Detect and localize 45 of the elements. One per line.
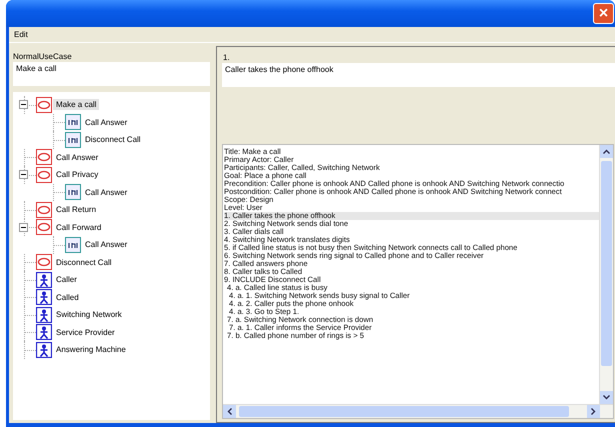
tree-item[interactable]: Call Forward [53, 222, 104, 233]
collapse-toggle[interactable] [19, 170, 28, 179]
scroll-left-icon[interactable] [227, 408, 232, 415]
field-label: NormalUseCase [12, 51, 73, 62]
tree-item[interactable]: Answering Machine [53, 344, 129, 356]
tree-item[interactable]: Caller [53, 274, 80, 286]
tree-item[interactable]: Service Provider [53, 326, 118, 338]
tree-item[interactable]: Call Answer [53, 152, 102, 163]
use-case-icon [36, 166, 52, 183]
use-case-icon [36, 202, 52, 218]
use-case-icon [36, 254, 52, 270]
actor-icon [36, 272, 52, 288]
tree-item[interactable]: Make a call [53, 99, 100, 110]
collapse-toggle[interactable] [19, 100, 28, 109]
tree-item[interactable]: Disconnect Call [53, 256, 115, 268]
tree-item[interactable]: Call Privacy [53, 169, 102, 180]
scroll-up-icon[interactable] [603, 149, 610, 154]
actor-icon [36, 342, 52, 358]
tree-item[interactable]: Call Return [53, 204, 100, 216]
vertical-scrollbar[interactable] [599, 145, 613, 404]
tree-item[interactable]: Call Answer [82, 239, 130, 250]
use-case-icon [36, 96, 52, 113]
use-case-name-field[interactable]: Make a call [13, 62, 210, 86]
scroll-right-icon[interactable] [591, 408, 596, 415]
tree-item[interactable]: Call Answer [82, 186, 130, 198]
actor-icon [36, 324, 52, 340]
actor-icon [36, 306, 52, 323]
menu-item[interactable]: Edit [11, 30, 31, 39]
actor-icon [36, 289, 52, 306]
tree-item[interactable]: Called [53, 292, 82, 303]
include-icon [65, 114, 81, 130]
tree-item[interactable]: Disconnect Call [82, 134, 144, 146]
tree-item[interactable]: Call Answer [82, 116, 130, 128]
collapse-toggle[interactable] [19, 222, 28, 232]
horizontal-scrollbar[interactable] [223, 404, 613, 418]
tree-item[interactable]: Switching Network [53, 309, 125, 320]
step-number: 1. [222, 52, 231, 63]
step-text-field[interactable]: Caller takes the phone offhook [222, 63, 615, 87]
use-case-icon [36, 149, 52, 166]
include-icon [65, 132, 81, 148]
close-button[interactable]: × [593, 3, 614, 24]
include-icon [65, 184, 81, 200]
include-icon [65, 236, 81, 253]
use-case-icon [36, 219, 52, 236]
scroll-down-icon[interactable] [603, 395, 610, 400]
